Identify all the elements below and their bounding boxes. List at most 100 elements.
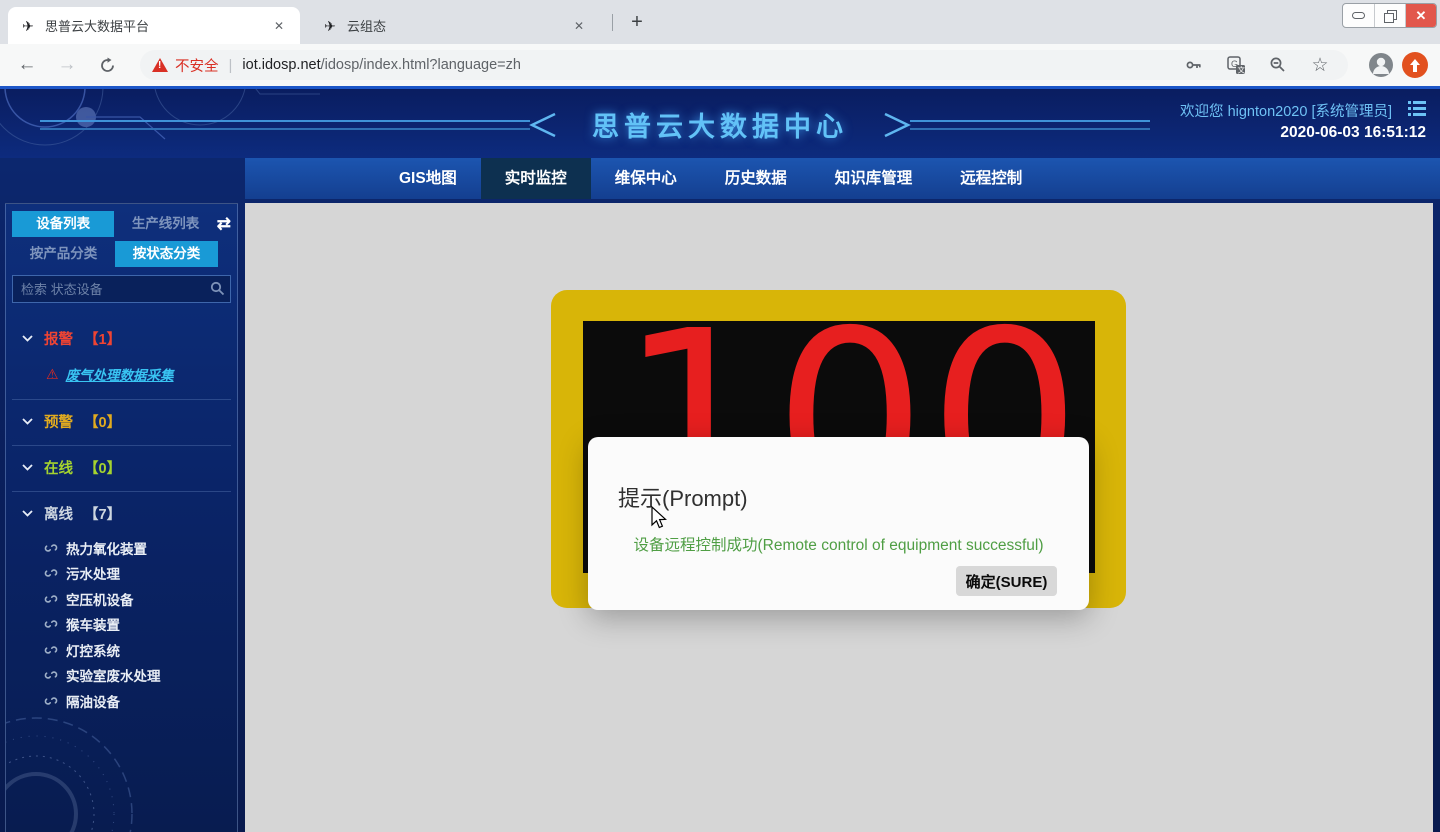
group-label: 报警 bbox=[44, 328, 73, 349]
dialog-message: 设备远程控制成功(Remote control of equipment suc… bbox=[588, 533, 1089, 555]
group-online: 在线 【0】 bbox=[12, 446, 231, 492]
device-sidebar: 设备列表 生产线列表 ⇄ 按产品分类 按状态分类 bbox=[5, 203, 238, 832]
nav-item-history-data[interactable]: 历史数据 bbox=[701, 158, 811, 199]
close-icon: ✕ bbox=[1416, 9, 1427, 22]
site-header: 思普云大数据中心 欢迎您 hignton2020 [系统管理员] 2020-06… bbox=[0, 89, 1440, 158]
password-key-button[interactable] bbox=[1184, 55, 1204, 75]
search-icon[interactable] bbox=[210, 281, 225, 301]
new-tab-button[interactable]: + bbox=[624, 10, 650, 36]
alarm-device-link[interactable]: 废气处理数据采集 bbox=[66, 364, 174, 384]
profile-button[interactable] bbox=[1368, 52, 1394, 78]
device-label: 猴车装置 bbox=[66, 614, 120, 634]
confirm-button[interactable]: 确定(SURE) bbox=[956, 566, 1057, 596]
avatar-icon bbox=[1368, 52, 1394, 78]
arrow-up-icon bbox=[1409, 59, 1421, 72]
main-nav: GIS地图 实时监控 维保中心 历史数据 知识库管理 远程控制 bbox=[245, 158, 1440, 199]
tab-by-status[interactable]: 按状态分类 bbox=[115, 241, 218, 267]
tab-close-icon[interactable]: ✕ bbox=[270, 17, 288, 35]
tab-secondary[interactable]: ✈ 云组态 ✕ bbox=[310, 7, 600, 44]
welcome-text: 欢迎您 hignton2020 [系统管理员] bbox=[1180, 100, 1392, 121]
group-count: 【0】 bbox=[84, 411, 121, 432]
swap-icon[interactable]: ⇄ bbox=[217, 215, 231, 232]
tab-device-list[interactable]: 设备列表 bbox=[12, 211, 114, 237]
welcome-prefix: 欢迎您 bbox=[1180, 104, 1224, 120]
not-secure-warning-icon bbox=[152, 58, 168, 72]
nav-item-realtime-monitor[interactable]: 实时监控 bbox=[481, 158, 591, 199]
browser-toolbar: ← → 不安全 | iot.idosp.net /idosp/index.htm… bbox=[0, 44, 1440, 86]
group-count: 【1】 bbox=[84, 328, 121, 349]
url-bar-icons: G 文 ☆ bbox=[1184, 55, 1336, 75]
main-content: 100 提示(Prompt) 设备远程控制成功(Remote control o… bbox=[245, 203, 1433, 832]
window-minimize-button[interactable] bbox=[1343, 4, 1374, 27]
broken-link-icon bbox=[44, 592, 58, 606]
url-separator: | bbox=[229, 57, 233, 74]
window-controls: ✕ bbox=[1342, 3, 1437, 28]
group-offline: 离线 【7】 热力氧化装置 污水处理 bbox=[12, 492, 231, 727]
offline-device-list: 热力氧化装置 污水处理 空压机设备 猴车装置 bbox=[14, 535, 229, 714]
device-item[interactable]: 实验室废水处理 bbox=[14, 663, 229, 689]
zoom-button[interactable] bbox=[1268, 55, 1288, 75]
device-label: 热力氧化装置 bbox=[66, 538, 147, 558]
back-button[interactable]: ← bbox=[14, 52, 40, 78]
reload-button[interactable] bbox=[94, 52, 120, 78]
username: hignton2020 bbox=[1228, 104, 1308, 120]
list-type-tabs: 设备列表 生产线列表 ⇄ bbox=[12, 210, 231, 237]
device-item[interactable]: 空压机设备 bbox=[14, 586, 229, 612]
bookmark-button[interactable]: ☆ bbox=[1310, 55, 1330, 75]
group-alarm: 报警 【1】 ⚠ 废气处理数据采集 bbox=[12, 317, 231, 400]
chevron-down-icon bbox=[22, 335, 33, 342]
user-menu-button[interactable] bbox=[1408, 100, 1426, 121]
nav-item-maintenance-center[interactable]: 维保中心 bbox=[591, 158, 701, 199]
screen: ✈ 思普云大数据平台 ✕ ✈ 云组态 ✕ + ✕ ← → 不安全 bbox=[0, 0, 1440, 832]
device-item[interactable]: 污水处理 bbox=[14, 561, 229, 587]
key-icon bbox=[1185, 56, 1203, 74]
window-close-button[interactable]: ✕ bbox=[1405, 4, 1436, 27]
nav-item-knowledge-base[interactable]: 知识库管理 bbox=[811, 158, 937, 199]
chevron-down-icon bbox=[22, 464, 33, 471]
forward-button[interactable]: → bbox=[54, 52, 80, 78]
url-bar[interactable]: 不安全 | iot.idosp.net /idosp/index.html?la… bbox=[140, 50, 1348, 80]
nav-item-remote-control[interactable]: 远程控制 bbox=[936, 158, 1046, 199]
device-item[interactable]: 灯控系统 bbox=[14, 637, 229, 663]
alarm-warning-icon: ⚠ bbox=[46, 366, 59, 383]
tab-title: 云组态 bbox=[347, 16, 570, 35]
tab-main[interactable]: ✈ 思普云大数据平台 ✕ bbox=[8, 7, 300, 44]
translate-button[interactable]: G 文 bbox=[1226, 55, 1246, 75]
nav-item-gis-map[interactable]: GIS地图 bbox=[375, 158, 481, 199]
broken-link-icon bbox=[44, 643, 58, 657]
search-input[interactable] bbox=[12, 275, 231, 303]
group-label: 在线 bbox=[44, 457, 73, 478]
tab-by-product[interactable]: 按产品分类 bbox=[12, 241, 115, 267]
tab-close-icon[interactable]: ✕ bbox=[570, 17, 588, 35]
minimize-icon bbox=[1352, 12, 1365, 19]
tab-production-line-list[interactable]: 生产线列表 bbox=[114, 211, 216, 237]
broken-link-icon bbox=[44, 541, 58, 555]
browser-tab-bar: ✈ 思普云大数据平台 ✕ ✈ 云组态 ✕ + ✕ bbox=[0, 0, 1440, 44]
alarm-device-item[interactable]: ⚠ 废气处理数据采集 bbox=[46, 364, 229, 384]
group-count: 【0】 bbox=[84, 457, 121, 478]
tab-divider bbox=[612, 14, 613, 31]
tab-title: 思普云大数据平台 bbox=[45, 16, 270, 35]
group-warning: 预警 【0】 bbox=[12, 400, 231, 446]
device-search bbox=[12, 275, 231, 303]
browser-update-button[interactable] bbox=[1402, 52, 1428, 78]
group-warning-header[interactable]: 预警 【0】 bbox=[14, 411, 229, 432]
broken-link-icon bbox=[44, 668, 58, 682]
url-path: /idosp/index.html?language=zh bbox=[321, 57, 521, 73]
group-online-header[interactable]: 在线 【0】 bbox=[14, 457, 229, 478]
tab-favicon-icon: ✈ bbox=[322, 18, 338, 34]
window-restore-button[interactable] bbox=[1374, 4, 1405, 27]
device-item[interactable]: 猴车装置 bbox=[14, 612, 229, 638]
group-alarm-header[interactable]: 报警 【1】 bbox=[14, 328, 229, 349]
device-item[interactable]: 热力氧化装置 bbox=[14, 535, 229, 561]
device-label: 灯控系统 bbox=[66, 640, 120, 660]
device-label: 实验室废水处理 bbox=[66, 665, 161, 685]
list-menu-icon bbox=[1408, 100, 1426, 116]
mouse-cursor bbox=[651, 506, 668, 530]
group-label: 离线 bbox=[44, 503, 73, 524]
chevron-down-icon bbox=[22, 510, 33, 517]
group-offline-header[interactable]: 离线 【7】 bbox=[14, 503, 229, 524]
current-datetime: 2020-06-03 16:51:12 bbox=[1280, 124, 1426, 142]
device-label: 空压机设备 bbox=[66, 589, 134, 609]
broken-link-icon bbox=[44, 566, 58, 580]
